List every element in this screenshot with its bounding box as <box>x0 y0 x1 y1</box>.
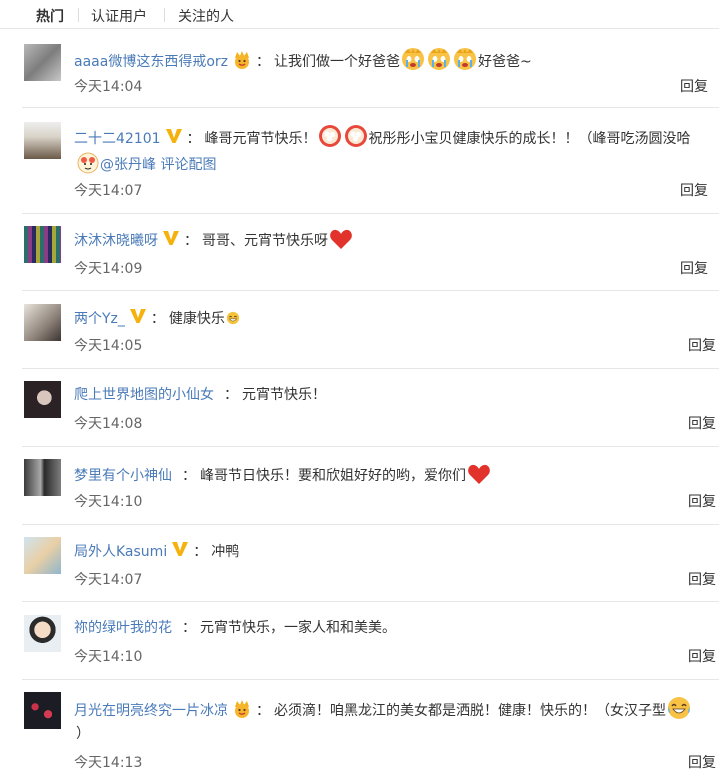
tab-hot[interactable]: 热门 <box>36 6 64 26</box>
avatar[interactable] <box>24 537 61 574</box>
username[interactable]: 祢的绿叶我的花 <box>74 620 172 636</box>
mention-avatar-icon <box>77 152 99 174</box>
verified-v-icon <box>129 307 147 325</box>
timestamp: 今天14:13 <box>74 755 143 771</box>
avatar[interactable] <box>24 44 61 81</box>
comment-item: 沐沐沐晓曦呀 ：哥哥、元宵节快乐呀 今天14:09 回复 <box>0 214 719 291</box>
crying-emoji-icon <box>427 47 451 71</box>
timestamp: 今天14:09 <box>74 261 143 277</box>
crying-emoji-icon <box>453 47 477 71</box>
tab-divider <box>78 8 79 22</box>
username[interactable]: 月光在明亮终究一片冰凉 <box>74 703 228 719</box>
username[interactable]: 爬上世界地图的小仙女 <box>74 387 214 403</box>
reply-button[interactable]: 回复 <box>688 648 716 666</box>
avatar[interactable] <box>24 381 61 418</box>
comment-item: 二十二42101 ：峰哥元宵节快乐！ 祝彤彤小宝贝健康快乐的成长！！（峰哥吃汤圆没哈… <box>0 108 719 214</box>
username[interactable]: 两个Yz_ <box>74 311 125 327</box>
laugh-cry-emoji-icon <box>667 696 691 720</box>
timestamp: 今天14:10 <box>74 649 143 665</box>
crying-emoji-icon <box>401 47 425 71</box>
comment-item: 两个Yz_ ：健康快乐 今天14:05 回复 <box>0 291 719 369</box>
username[interactable]: 沐沐沐晓曦呀 <box>74 233 158 249</box>
comment-item: 祢的绿叶我的花 ：元宵节快乐，一家人和和美美。 今天14:10 回复 <box>0 602 719 680</box>
grin-emoji-icon <box>226 311 240 325</box>
comment-text: 冲鸭 <box>211 544 240 560</box>
username[interactable]: aaaa微博这东西得戒orz <box>74 54 228 70</box>
colon: ： <box>150 311 165 327</box>
reply-button[interactable]: 回复 <box>688 571 716 589</box>
comment-picture-link[interactable]: 评论配图 <box>160 157 216 173</box>
reply-button[interactable]: 回复 <box>688 415 716 433</box>
colon: ： <box>182 468 196 484</box>
timestamp: 今天14:05 <box>74 338 143 354</box>
reply-button[interactable]: 回复 <box>688 337 716 355</box>
verified-v-icon <box>165 127 183 145</box>
reply-button[interactable]: 回复 <box>680 182 708 200</box>
avatar[interactable] <box>24 122 61 159</box>
avatar[interactable] <box>24 692 61 729</box>
comment-text: 峰哥元宵节快乐！ <box>204 131 317 147</box>
crown-badge-icon <box>232 698 252 718</box>
colon: ： <box>193 544 208 560</box>
comment-text: 健康快乐 <box>168 311 225 327</box>
reply-button[interactable]: 回复 <box>688 493 716 511</box>
colon: ： <box>224 387 238 403</box>
verified-v-icon <box>162 229 180 247</box>
tab-verified-users[interactable]: 认证用户 <box>91 6 147 26</box>
comment-text: 祝彤彤小宝贝健康快乐的成长！！（峰哥吃汤圆没哈 <box>368 131 691 147</box>
crown-badge-icon <box>232 49 252 69</box>
comment-text: 必须滴！咱黑龙江的美女都是洒脱！健康！快乐的！（女汉子型 <box>274 703 666 719</box>
username[interactable]: 二十二42101 <box>74 131 161 147</box>
timestamp: 今天14:07 <box>74 572 143 588</box>
tab-divider <box>164 8 165 22</box>
comment-text: 让我们做一个好爸爸 <box>274 54 400 70</box>
comment-text: 元宵节快乐！ <box>242 387 326 403</box>
comment-item: 月光在明亮终究一片冰凉 ：必须滴！咱黑龙江的美女都是洒脱！健康！快乐的！（女汉子型… <box>0 680 719 775</box>
avatar[interactable] <box>24 226 61 263</box>
reply-button[interactable]: 回复 <box>680 78 708 96</box>
colon: ： <box>182 620 196 636</box>
colon: ： <box>256 54 270 70</box>
avatar[interactable] <box>24 615 61 652</box>
comment-item: aaaa微博这东西得戒orz ：让我们做一个好爸爸 好爸爸~ 今天14:04 回复 <box>0 35 719 108</box>
avatar[interactable] <box>24 304 61 341</box>
mention-link[interactable]: @张丹峰 <box>100 157 156 173</box>
comment-tabs: 热门 认证用户 关注的人 <box>0 0 719 29</box>
username[interactable]: 梦里有个小神仙 <box>74 468 172 484</box>
heart-icon <box>329 228 353 250</box>
timestamp: 今天14:08 <box>74 416 143 432</box>
colon: ： <box>184 233 198 249</box>
comment-text: 元宵节快乐，一家人和和美美。 <box>200 620 396 636</box>
avatar[interactable] <box>24 459 61 496</box>
timestamp: 今天14:10 <box>74 494 143 510</box>
reply-button[interactable]: 回复 <box>680 260 708 278</box>
tangyuan-bowl-icon <box>318 124 342 148</box>
username[interactable]: 局外人Kasumi <box>74 544 167 560</box>
timestamp: 今天14:07 <box>74 183 143 199</box>
comment-text: 峰哥节日快乐！要和欣姐好好的哟，爱你们 <box>200 468 466 484</box>
comment-text: 好爸爸~ <box>478 54 532 70</box>
reply-button[interactable]: 回复 <box>688 754 716 772</box>
heart-icon <box>467 463 491 485</box>
colon: ： <box>186 131 201 147</box>
colon: ： <box>256 703 270 719</box>
comment-item: 爬上世界地图的小仙女 ：元宵节快乐！ 今天14:08 回复 <box>0 369 719 447</box>
comment-item: 局外人Kasumi ：冲鸭 今天14:07 回复 <box>0 525 719 602</box>
tab-following[interactable]: 关注的人 <box>178 6 234 26</box>
timestamp: 今天14:04 <box>74 79 143 95</box>
verified-v-icon <box>171 540 189 558</box>
comment-text: 哥哥、元宵节快乐呀 <box>202 233 328 249</box>
comment-text: ） <box>76 726 90 742</box>
comment-item: 梦里有个小神仙 ：峰哥节日快乐！要和欣姐好好的哟，爱你们 今天14:10 回复 <box>0 447 719 525</box>
tangyuan-bowl-icon <box>344 124 368 148</box>
